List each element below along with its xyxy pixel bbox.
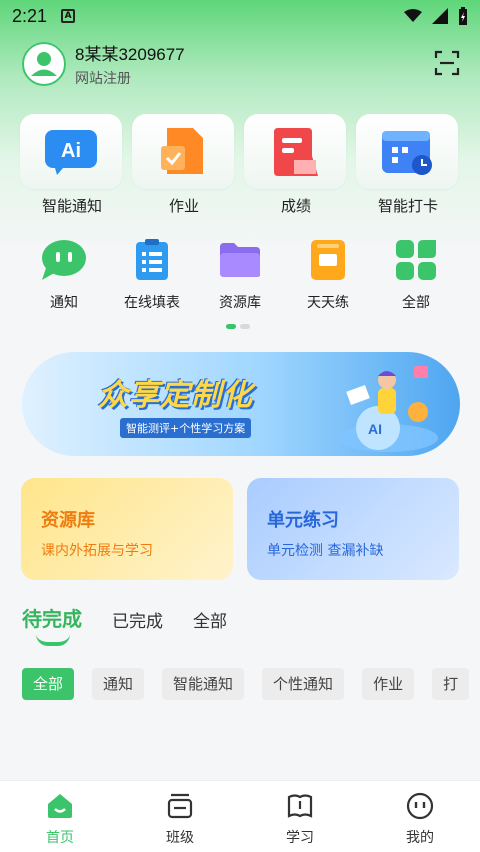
banner-subtitle: 智能测评+个性学习方案 xyxy=(120,418,252,438)
filter-notice[interactable]: 通知 xyxy=(92,668,145,700)
tab-pending[interactable]: 待完成 xyxy=(22,603,82,632)
filter-homework[interactable]: 作业 xyxy=(362,668,415,700)
grades-icon xyxy=(274,127,318,176)
signal-icon xyxy=(432,8,448,24)
feature-ai-notice[interactable]: Ai 智能通知 xyxy=(20,114,124,216)
avatar[interactable] xyxy=(22,42,66,86)
nav-class[interactable]: 班级 xyxy=(120,781,240,852)
card-title: 单元练习 xyxy=(267,510,339,531)
filter-all[interactable]: 全部 xyxy=(22,668,75,700)
promo-banner[interactable]: 众享定制化 智能测评+个性学习方案 AI xyxy=(22,352,460,456)
chat-bubble-icon xyxy=(42,240,86,280)
feature-label: 全部 xyxy=(402,295,430,311)
filter-checkin[interactable]: 打 xyxy=(432,668,470,700)
profile-header[interactable]: 8某某3209677 网站注册 xyxy=(22,40,462,88)
main-feature-grid: Ai 智能通知 作业 成绩 智能打卡 xyxy=(20,114,460,216)
feature-all[interactable]: 全部 xyxy=(372,236,460,312)
checkin-calendar-icon xyxy=(382,130,432,175)
feature-label: 资源库 xyxy=(219,295,261,311)
scan-icon[interactable] xyxy=(434,50,460,76)
filter-personal-notice[interactable]: 个性通知 xyxy=(262,668,345,700)
bottom-navigation: 首页 班级 学习 我的 xyxy=(0,780,480,852)
user-avatar-icon xyxy=(22,42,66,86)
all-apps-icon xyxy=(396,240,436,280)
practice-book-icon xyxy=(311,240,345,280)
status-time: 2:21 xyxy=(12,5,48,26)
resource-library-card[interactable]: 资源库 课内外拓展与学习 xyxy=(21,478,233,580)
nav-home[interactable]: 首页 xyxy=(0,781,120,852)
status-icons xyxy=(404,7,468,25)
feature-label: 作业 xyxy=(168,197,199,215)
tab-all[interactable]: 全部 xyxy=(193,607,227,632)
feature-label: 在线填表 xyxy=(124,295,180,311)
svg-text:Ai: Ai xyxy=(61,140,81,162)
page-dot xyxy=(240,324,250,329)
ai-notice-icon: Ai xyxy=(45,129,97,175)
page-dot-active xyxy=(226,324,236,329)
card-subtitle: 单元检测 查漏补缺 xyxy=(267,543,384,559)
feature-grades[interactable]: 成绩 xyxy=(244,114,348,216)
nav-label: 首页 xyxy=(46,830,74,846)
clipboard-form-icon xyxy=(136,239,168,280)
homework-icon xyxy=(161,127,203,174)
battery-icon xyxy=(459,7,467,25)
secondary-feature-grid: 通知 在线填表 资源库 天天练 全部 xyxy=(20,236,460,312)
feature-label: 天天练 xyxy=(307,295,349,311)
card-subtitle: 课内外拓展与学习 xyxy=(41,543,153,559)
svg-text:AI: AI xyxy=(368,421,382,437)
class-icon xyxy=(167,793,193,819)
nav-label: 学习 xyxy=(286,830,314,846)
student-illustration-icon: AI xyxy=(338,366,438,452)
category-filter-bar: 全部 通知 智能通知 个性通知 作业 打 xyxy=(22,668,470,700)
nav-study[interactable]: 学习 xyxy=(240,781,360,852)
task-status-tabs: 待完成 已完成 全部 xyxy=(22,603,227,632)
feature-notice[interactable]: 通知 xyxy=(20,236,108,312)
status-bar: 2:21 A xyxy=(0,0,480,32)
nav-label: 我的 xyxy=(406,830,434,846)
nav-mine[interactable]: 我的 xyxy=(360,781,480,852)
feature-resource-library[interactable]: 资源库 xyxy=(196,236,284,312)
nav-label: 班级 xyxy=(166,830,194,846)
feature-homework[interactable]: 作业 xyxy=(132,114,236,216)
feature-label: 成绩 xyxy=(280,197,311,215)
wifi-icon xyxy=(404,9,422,22)
tab-completed[interactable]: 已完成 xyxy=(112,607,163,632)
account-source: 网站注册 xyxy=(75,71,131,87)
home-icon xyxy=(48,794,72,818)
feature-label: 智能通知 xyxy=(41,197,102,215)
filter-ai-notice[interactable]: 智能通知 xyxy=(162,668,245,700)
active-tab-indicator xyxy=(36,634,70,646)
banner-title: 众享定制化 xyxy=(98,378,253,413)
feature-label: 智能打卡 xyxy=(377,197,438,215)
feature-label: 通知 xyxy=(50,295,78,311)
unit-practice-card[interactable]: 单元练习 单元检测 查漏补缺 xyxy=(247,478,459,580)
feature-daily-practice[interactable]: 天天练 xyxy=(284,236,372,312)
page-indicator xyxy=(226,324,250,329)
notification-a-icon: A xyxy=(61,9,76,23)
folder-icon xyxy=(220,243,260,277)
feature-online-form[interactable]: 在线填表 xyxy=(108,236,196,312)
username: 8某某3209677 xyxy=(75,45,185,64)
book-icon xyxy=(287,794,313,818)
card-title: 资源库 xyxy=(41,510,95,531)
profile-face-icon xyxy=(406,792,434,820)
feature-smart-checkin[interactable]: 智能打卡 xyxy=(356,114,460,216)
